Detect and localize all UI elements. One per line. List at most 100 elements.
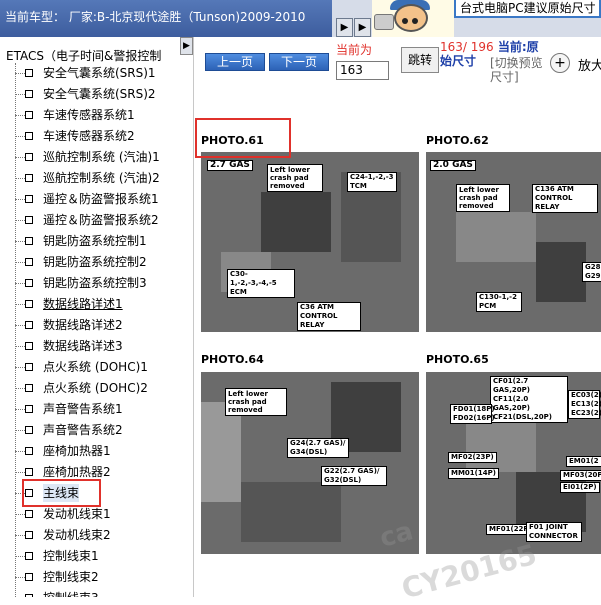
tree-item[interactable]: 钥匙防盗系统控制1	[43, 232, 147, 250]
tree-guide-line	[15, 577, 25, 578]
photo-65-image: CF01(2.7 GAS,20P) CF11(2.0 GAS,20P) CF21…	[426, 372, 601, 554]
tree-node-icon	[25, 552, 33, 560]
tree-guide-line	[15, 157, 25, 158]
tree-guide-line	[15, 199, 25, 200]
photo-62-image: 2.0 GAS Left lower crash pad removed C13…	[426, 152, 601, 332]
tree-item[interactable]: 巡航控制系统 (汽油)1	[43, 148, 160, 166]
tree-item[interactable]: 声音警告系统2	[43, 421, 123, 439]
jump-button[interactable]: 跳转	[401, 47, 439, 73]
photo-65-tag: EM01(2	[566, 456, 601, 467]
photo-62-tag: 2.0 GAS	[430, 160, 476, 171]
banner-text: 台式电脑PC建议原始尺寸	[460, 1, 596, 15]
tree-guide-line	[15, 304, 25, 305]
photo-61-image: 2.7 GAS Left lower crash pad removed C24…	[201, 152, 419, 332]
tree-item[interactable]: 点火系统 (DOHC)2	[43, 379, 148, 397]
tree-guide-line	[15, 367, 25, 368]
nav-prev-icon[interactable]: ▶	[336, 18, 353, 37]
tree-guide-line	[15, 241, 25, 242]
switch-size-link[interactable]: [切换预览尺寸]	[490, 56, 550, 84]
recommend-size-banner[interactable]: 台式电脑PC建议原始尺寸	[454, 0, 601, 18]
page-number-input[interactable]: 163	[336, 61, 389, 80]
tree-node-icon	[25, 531, 33, 539]
highlight-photo-61	[195, 118, 291, 158]
tree-guide-line	[15, 94, 25, 95]
tree-item[interactable]: 点火系统 (DOHC)1	[43, 358, 148, 376]
tree-node-icon	[25, 279, 33, 287]
tree-item[interactable]: 遥控＆防盗警报系统2	[43, 211, 159, 229]
tree-item[interactable]: 巡航控制系统 (汽油)2	[43, 169, 160, 187]
photo-64-tag: G24(2.7 GAS)/ G34(DSL)	[287, 438, 349, 458]
tree-guide-line	[15, 63, 16, 597]
photo-61-tag: 2.7 GAS	[207, 160, 253, 171]
tree-item[interactable]: 控制线束3	[43, 589, 99, 597]
current-page-label: 当前为	[336, 43, 373, 57]
tree-item[interactable]: 控制线束2	[43, 568, 99, 586]
page-counter-current: 163/	[440, 40, 467, 54]
highlight-main-harness	[22, 479, 101, 507]
tree-item[interactable]: 遥控＆防盗警报系统1	[43, 190, 159, 208]
tree-node-icon	[25, 195, 33, 203]
tree-item[interactable]: 钥匙防盗系统控制3	[43, 274, 147, 292]
tree-node-icon	[25, 174, 33, 182]
photo-61-tag: C24-1,-2,-3 TCM	[347, 172, 397, 192]
next-page-button[interactable]: 下一页	[269, 53, 329, 71]
title-text: 当前车型： 厂家:B-北京现代途胜（Tunson)2009-2010	[5, 10, 306, 24]
tree-item[interactable]: 安全气囊系统(SRS)2	[43, 85, 156, 103]
tree-guide-line	[15, 514, 25, 515]
photo-62-tag: C130-1,-2 PCM	[476, 292, 522, 312]
tree-guide-line	[15, 136, 25, 137]
tree-item[interactable]: 数据线路详述2	[43, 316, 123, 334]
tree-item[interactable]: 车速传感器系统2	[43, 127, 135, 145]
tree-item[interactable]: 发动机线束2	[43, 526, 111, 544]
zoom-button[interactable]: 放大	[578, 55, 601, 74]
photo-64-tag: Left lower crash pad removed	[225, 388, 287, 416]
zoom-in-icon[interactable]: +	[550, 53, 570, 73]
photo-65-tag: F01 JOINT CONNECTOR	[526, 522, 582, 542]
tree-node-icon	[25, 573, 33, 581]
tree-guide-line	[15, 220, 25, 221]
tree-node-icon	[25, 426, 33, 434]
tree-item[interactable]: 钥匙防盗系统控制2	[43, 253, 147, 271]
scroll-right-icon[interactable]: ▶	[180, 37, 193, 55]
window-title: 当前车型： 厂家:B-北京现代途胜（Tunson)2009-2010	[0, 0, 332, 37]
sidebar-tree[interactable]: ETACS（电子时间&警报控制 安全气囊系统(SRS)1 安全气囊系统(SRS)2…	[0, 37, 194, 597]
photo-65-tag: CF01(2.7 GAS,20P) CF11(2.0 GAS,20P) CF21…	[490, 376, 568, 423]
tree-item[interactable]: 数据线路详述3	[43, 337, 123, 355]
tree-guide-line	[15, 451, 25, 452]
tree-item[interactable]: 声音警告系统1	[43, 400, 123, 418]
tree-node-icon	[25, 384, 33, 392]
tree-guide-line	[15, 73, 25, 74]
tree-guide-line	[15, 262, 25, 263]
tree-node-icon	[25, 153, 33, 161]
tree-node-icon	[25, 405, 33, 413]
tree-root-item[interactable]: ETACS（电子时间&警报控制	[6, 47, 161, 64]
tree-guide-line	[15, 535, 25, 536]
tree-node-icon	[25, 69, 33, 77]
tree-item[interactable]: 车速传感器系统1	[43, 106, 135, 124]
photo-64-tag: G22(2.7 GAS)/ G32(DSL)	[321, 466, 387, 486]
tree-guide-line	[15, 283, 25, 284]
tree-item[interactable]: 发动机线束1	[43, 505, 111, 523]
photo-65-tag: MF02(23P)	[448, 452, 497, 463]
photo-61-tag: C36 ATM CONTROL RELAY	[297, 302, 361, 331]
tree-node-icon	[25, 510, 33, 518]
tree-guide-line	[15, 472, 25, 473]
tree-item[interactable]: 数据线路详述1	[43, 295, 123, 313]
photo-65-tag: MF03(20P	[560, 470, 601, 481]
tree-item[interactable]: 控制线束1	[43, 547, 99, 565]
tree-node-icon	[25, 468, 33, 476]
tree-item[interactable]: 安全气囊系统(SRS)1	[43, 64, 156, 82]
tree-node-icon	[25, 321, 33, 329]
tree-node-icon	[25, 216, 33, 224]
photo-61-tag: C30-1,-2,-3,-4,-5 ECM	[227, 269, 295, 298]
tree-node-icon	[25, 300, 33, 308]
tree-guide-line	[15, 430, 25, 431]
prev-page-button[interactable]: 上一页	[205, 53, 265, 71]
tree-item[interactable]: 座椅加热器1	[43, 442, 111, 460]
nav-next-icon[interactable]: ▶	[354, 18, 371, 37]
tree-node-icon	[25, 258, 33, 266]
tree-guide-line	[15, 388, 25, 389]
tree-guide-line	[15, 178, 25, 179]
mascot-icon	[372, 0, 454, 37]
photo-62-tag: G28 G29	[582, 262, 601, 282]
